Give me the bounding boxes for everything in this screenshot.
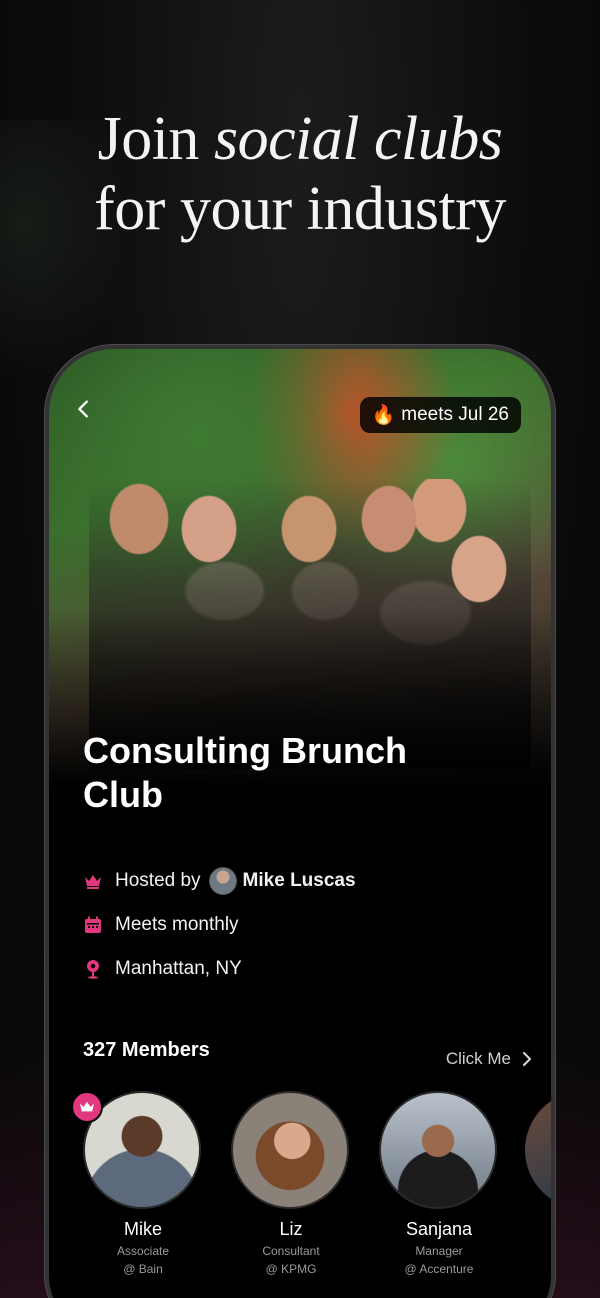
frequency-label: Meets monthly	[115, 914, 239, 935]
chevron-left-icon	[78, 400, 88, 418]
hosted-by-label: Hosted by	[115, 870, 201, 891]
host-avatar[interactable]	[208, 867, 237, 895]
phone-screen: 🔥 meets Jul 26 Consulting Brunch Club Ho…	[49, 349, 551, 1298]
frequency-row: Meets monthly	[83, 903, 356, 947]
member-company: @ Bain	[123, 1262, 163, 1276]
headline-italic-text: social clubs	[213, 105, 503, 173]
chevron-right-icon	[522, 1051, 532, 1067]
phone-frame: 🔥 meets Jul 26 Consulting Brunch Club Ho…	[44, 344, 556, 1298]
club-info-list: Hosted by Mike Luscas Meets monthly Manh…	[83, 859, 356, 991]
members-count: 327 Members	[83, 1039, 210, 1061]
member-role: Manager	[415, 1244, 463, 1258]
host-crown-badge	[71, 1091, 103, 1123]
meets-date-badge: 🔥 meets Jul 26	[359, 397, 521, 433]
member-role: Associate	[116, 1244, 170, 1258]
crown-icon	[80, 1101, 94, 1112]
calendar-icon	[83, 915, 103, 935]
location-label: Manhattan, NY	[115, 958, 242, 979]
crown-icon	[83, 871, 103, 891]
headline-line-1: Join social clubs	[0, 104, 600, 174]
member-company: @ Accenture	[404, 1262, 474, 1276]
member-name: Mike	[123, 1219, 162, 1239]
member-company: @ KPMG	[265, 1262, 317, 1276]
member-role: Consultant	[262, 1244, 320, 1258]
member-card[interactable]: Mike Associate @ Bain	[71, 1091, 203, 1276]
location-row: Manhattan, NY	[83, 947, 356, 991]
headline: Join social clubs for your industry	[0, 104, 600, 244]
click-me-label: Click Me	[445, 1049, 511, 1068]
avatar[interactable]	[379, 1091, 497, 1209]
host-name[interactable]: Mike Luscas	[243, 870, 356, 892]
headline-plain-text: Join	[97, 105, 214, 173]
member-name: Liz	[279, 1219, 303, 1239]
fire-icon: 🔥	[371, 405, 396, 426]
meets-date-label: meets Jul 26	[401, 404, 509, 425]
member-card-partial[interactable]	[525, 1091, 551, 1209]
headline-line-2: for your industry	[94, 175, 506, 243]
club-title: Consulting Brunch Club	[83, 730, 407, 815]
click-me-link[interactable]: Click Me	[446, 1049, 533, 1069]
back-button[interactable]	[73, 397, 101, 425]
members-list: Mike Associate @ Bain Liz Consultant @ K…	[71, 1091, 499, 1276]
map-pin-icon	[83, 959, 103, 979]
member-card[interactable]: Sanjana Manager @ Accenture	[379, 1091, 499, 1276]
member-name: Sanjana	[405, 1219, 473, 1239]
avatar[interactable]	[231, 1091, 349, 1209]
hosted-by-row: Hosted by Mike Luscas	[83, 859, 356, 903]
member-card[interactable]: Liz Consultant @ KPMG	[231, 1091, 351, 1276]
